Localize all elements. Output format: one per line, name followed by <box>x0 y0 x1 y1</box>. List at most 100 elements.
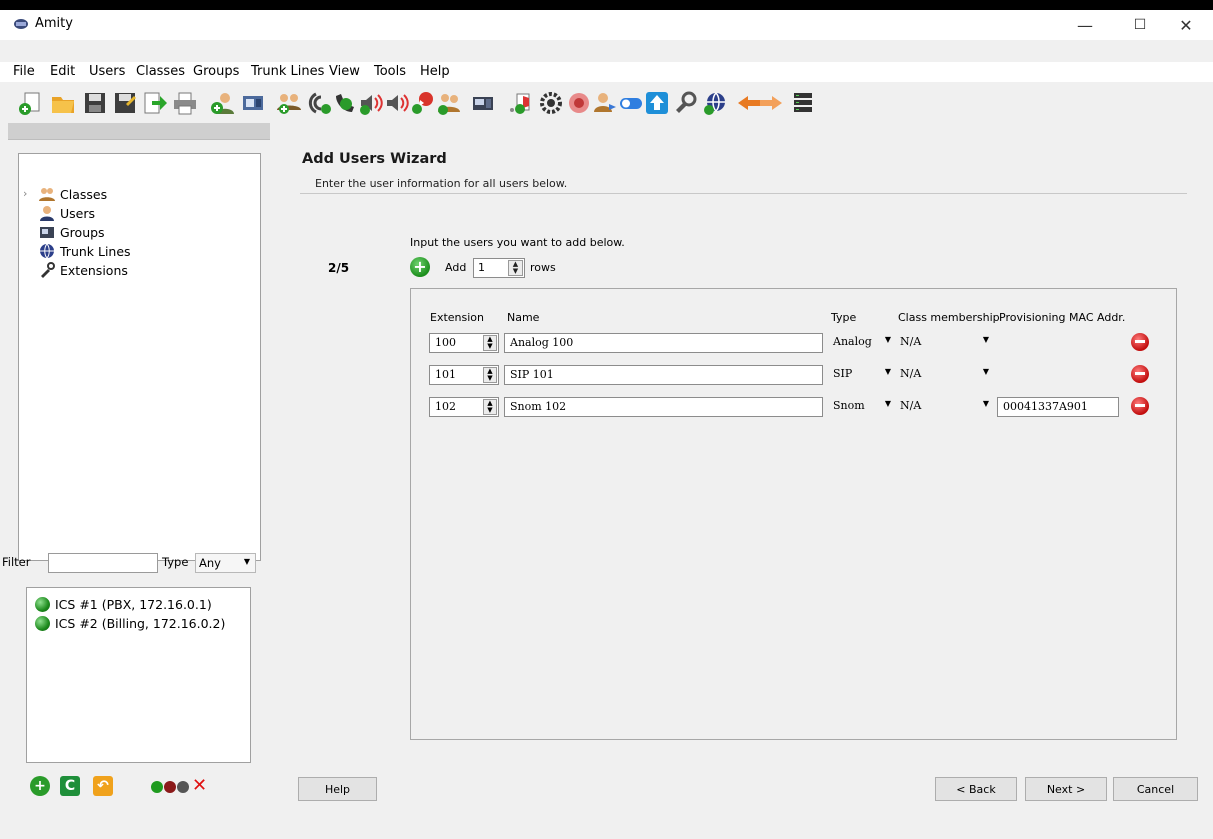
menu-trunk-lines[interactable]: Trunk Lines <box>251 64 324 79</box>
status-red-icon[interactable] <box>164 781 176 793</box>
tree-item-trunk-lines[interactable]: Trunk Lines <box>39 242 131 260</box>
save-as-icon[interactable] <box>112 90 138 116</box>
spinner-arrows-icon[interactable]: ▲ ▼ <box>483 367 497 383</box>
expand-chevron-icon[interactable]: › <box>23 187 27 200</box>
type-dropdown[interactable]: SIP ▼ <box>829 365 893 383</box>
menu-classes[interactable]: Classes <box>136 64 185 79</box>
remove-row-icon[interactable] <box>1131 365 1149 383</box>
spinner-arrows-icon[interactable]: ▲ ▼ <box>483 335 497 351</box>
server-item[interactable]: ICS #1 (PBX, 172.16.0.1) <box>35 594 212 614</box>
name-field[interactable]: SIP 101 <box>504 365 823 385</box>
menu-users[interactable]: Users <box>89 64 125 79</box>
status-gray-icon[interactable] <box>177 781 189 793</box>
name-field[interactable]: Analog 100 <box>504 333 823 353</box>
mac-address-field[interactable]: 00041337A901 <box>997 397 1119 417</box>
row-count-value: 1 <box>478 261 485 274</box>
status-green-icon[interactable] <box>151 781 163 793</box>
settings-gear-icon[interactable] <box>538 90 564 116</box>
name-value: SIP 101 <box>510 368 554 381</box>
conference-icon[interactable] <box>410 90 436 116</box>
tree-item-users[interactable]: Users <box>39 204 95 222</box>
tree-item-classes[interactable]: Classes <box>39 185 107 203</box>
export-icon[interactable] <box>142 90 168 116</box>
class-dropdown[interactable]: N/A ▼ <box>896 365 991 383</box>
navigation-tree: › Classes Users Groups Trunk Lines Exten… <box>18 153 261 561</box>
extension-value: 101 <box>435 368 456 381</box>
toggle-icon[interactable] <box>618 90 644 116</box>
amity-app-icon <box>13 17 29 31</box>
help-button[interactable]: Help <box>298 777 377 801</box>
add-user-icon[interactable] <box>210 90 236 116</box>
call-add-icon[interactable] <box>332 90 358 116</box>
extension-stepper[interactable]: 102 ▲ ▼ <box>429 397 499 417</box>
name-value: Snom 102 <box>510 400 567 413</box>
extension-stepper[interactable]: 101 ▲ ▼ <box>429 365 499 385</box>
type-dropdown[interactable]: Analog ▼ <box>829 333 893 351</box>
speaker-icon[interactable] <box>384 90 410 116</box>
row-count-stepper[interactable]: 1 ▲ ▼ <box>473 258 525 278</box>
tree-item-extensions[interactable]: Extensions <box>39 261 128 279</box>
add-server-icon[interactable]: + <box>30 776 50 796</box>
spinner-arrows-icon[interactable]: ▲ ▼ <box>508 260 523 276</box>
spinner-arrows-icon[interactable]: ▲ ▼ <box>483 399 497 415</box>
name-field[interactable]: Snom 102 <box>504 397 823 417</box>
tree-item-label: Classes <box>60 186 108 202</box>
device-icon[interactable] <box>470 90 496 116</box>
phone-config-icon[interactable] <box>240 90 266 116</box>
class-dropdown[interactable]: N/A ▼ <box>896 333 991 351</box>
tree-item-label: Extensions <box>60 262 128 278</box>
add-rows-button[interactable]: + <box>410 257 430 277</box>
chevron-down-icon: ▼ <box>884 367 891 376</box>
server-list-icon[interactable] <box>790 90 816 116</box>
tree-item-label: Groups <box>60 224 105 240</box>
call-flow-icon[interactable] <box>306 90 332 116</box>
window-title: Amity <box>35 16 73 31</box>
extension-stepper[interactable]: 100 ▲ ▼ <box>429 333 499 353</box>
forward-arrow-icon[interactable] <box>758 90 784 116</box>
open-folder-icon[interactable] <box>50 90 76 116</box>
refresh-icon[interactable]: C <box>60 776 80 796</box>
menu-file[interactable]: File <box>13 64 35 79</box>
cancel-button[interactable]: Cancel <box>1113 777 1198 801</box>
add-trunk-line-icon[interactable] <box>702 90 728 116</box>
type-dropdown[interactable]: Snom ▼ <box>829 397 893 415</box>
filter-input[interactable] <box>48 553 158 573</box>
user-settings-icon[interactable] <box>592 90 618 116</box>
print-icon[interactable] <box>172 90 198 116</box>
menu-view[interactable]: View <box>329 64 360 79</box>
menu-groups[interactable]: Groups <box>193 64 239 79</box>
class-value: N/A <box>900 367 922 380</box>
upload-icon[interactable] <box>644 90 670 116</box>
wizard-subtitle: Enter the user information for all users… <box>315 177 568 190</box>
close-button[interactable]: ✕ <box>1163 10 1209 40</box>
minimize-button[interactable]: — <box>1062 10 1108 40</box>
status-online-icon <box>35 615 50 631</box>
tree-item-groups[interactable]: Groups <box>39 223 105 241</box>
menu-help[interactable]: Help <box>420 64 450 79</box>
add-group-icon[interactable] <box>276 90 302 116</box>
record-icon[interactable] <box>566 90 592 116</box>
menu-tools[interactable]: Tools <box>374 64 406 79</box>
menu-edit[interactable]: Edit <box>50 64 75 79</box>
tools-icon[interactable] <box>672 90 698 116</box>
server-list: ICS #1 (PBX, 172.16.0.1) ICS #2 (Billing… <box>26 587 251 763</box>
chevron-down-icon: ▼ <box>982 399 989 408</box>
maximize-button[interactable]: ☐ <box>1117 10 1163 40</box>
add-extension-icon[interactable] <box>508 90 534 116</box>
class-dropdown[interactable]: N/A ▼ <box>896 397 991 415</box>
type-value: Snom <box>833 399 865 412</box>
undo-icon[interactable]: ↶ <box>93 776 113 796</box>
save-icon[interactable] <box>82 90 108 116</box>
remove-row-icon[interactable] <box>1131 333 1149 351</box>
server-item[interactable]: ICS #2 (Billing, 172.16.0.2) <box>35 613 225 633</box>
divider <box>300 193 1187 194</box>
group-users-icon[interactable] <box>436 90 462 116</box>
remove-row-icon[interactable] <box>1131 397 1149 415</box>
type-select[interactable]: Any ▼ <box>195 553 256 573</box>
new-document-icon[interactable] <box>18 90 44 116</box>
chevron-down-icon: ▼ <box>982 367 989 376</box>
speaker-add-icon[interactable] <box>358 90 384 116</box>
remove-server-icon[interactable]: ✕ <box>192 776 207 796</box>
back-button[interactable]: < Back <box>935 777 1017 801</box>
next-button[interactable]: Next > <box>1025 777 1107 801</box>
